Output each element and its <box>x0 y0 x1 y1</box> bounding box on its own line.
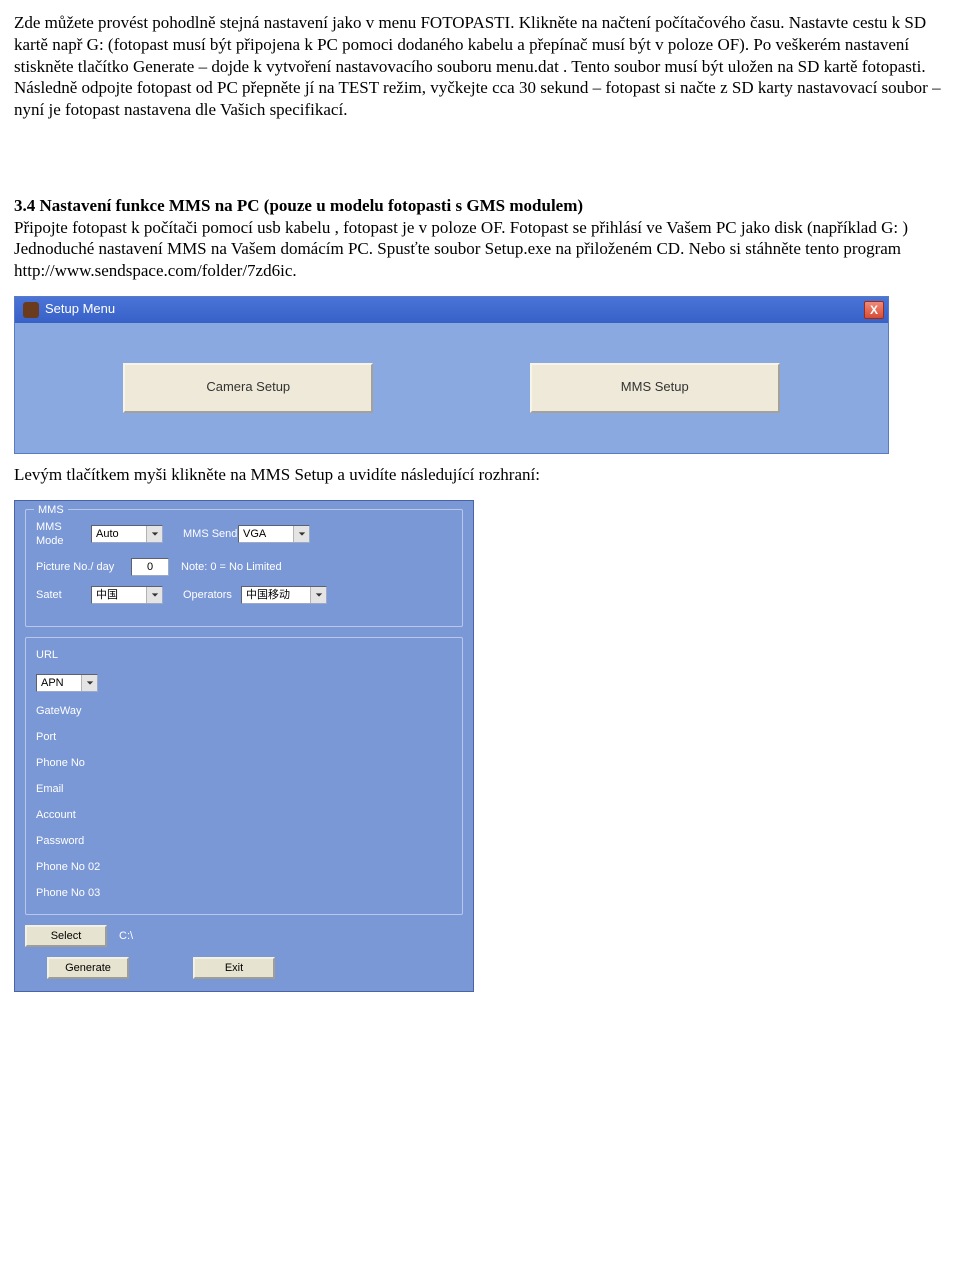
mms-panel-title: MMS <box>34 503 68 517</box>
mms-mode-label: MMS Mode <box>36 520 91 548</box>
url-label: URL <box>36 648 106 662</box>
satet-label: Satet <box>36 588 91 602</box>
mms-send-value: VGA <box>243 527 266 541</box>
picture-no-label: Picture No./ day <box>36 560 131 574</box>
chevron-down-icon <box>310 587 326 603</box>
picture-no-input[interactable]: 0 <box>131 558 169 576</box>
camera-setup-button[interactable]: Camera Setup <box>123 363 373 413</box>
mms-send-label: MMS Send <box>183 527 238 541</box>
mms-window: MMS MMS Mode Auto MMS Send VGA Picture N… <box>14 500 474 993</box>
paragraph-1: Zde můžete provést pohodlně stejná nasta… <box>14 12 946 121</box>
chevron-down-icon <box>146 587 162 603</box>
app-icon <box>23 302 39 318</box>
section-3-4-text-a: Připojte fotopast k počítači pomocí usb … <box>14 218 908 237</box>
generate-button[interactable]: Generate <box>47 957 129 979</box>
satet-value: 中国 <box>96 588 118 602</box>
picture-no-note: Note: 0 = No Limited <box>181 560 282 574</box>
chevron-down-icon <box>293 526 309 542</box>
section-3-4-text-b: Jednoduché nastavení MMS na Vašem domácí… <box>14 239 901 280</box>
phone-no-label: Phone No <box>36 756 106 770</box>
phone-no-02-label: Phone No 02 <box>36 860 106 874</box>
satet-select[interactable]: 中国 <box>91 586 163 604</box>
operators-select[interactable]: 中国移动 <box>241 586 327 604</box>
mms-panel: MMS MMS Mode Auto MMS Send VGA Picture N… <box>25 509 463 627</box>
close-icon[interactable]: X <box>864 301 884 319</box>
picture-no-value: 0 <box>147 560 153 574</box>
exit-button[interactable]: Exit <box>193 957 275 979</box>
select-button[interactable]: Select <box>25 925 107 947</box>
gateway-label: GateWay <box>36 704 106 718</box>
mms-mode-value: Auto <box>96 527 119 541</box>
section-3-4-title: 3.4 Nastavení funkce MMS na PC (pouze u … <box>14 196 583 215</box>
password-label: Password <box>36 834 106 848</box>
account-label: Account <box>36 808 106 822</box>
phone-no-03-label: Phone No 03 <box>36 886 106 900</box>
mms-details-panel: URL APN GateWay Port Phone No Email Acco… <box>25 637 463 916</box>
section-3-4: 3.4 Nastavení funkce MMS na PC (pouze u … <box>14 195 946 282</box>
mms-mode-select[interactable]: Auto <box>91 525 163 543</box>
setup-menu-window: Setup Menu X Camera Setup MMS Setup <box>14 296 889 454</box>
operators-label: Operators <box>183 588 241 602</box>
apn-select[interactable]: APN <box>36 674 98 692</box>
chevron-down-icon <box>81 675 97 691</box>
email-label: Email <box>36 782 106 796</box>
operators-value: 中国移动 <box>246 588 290 602</box>
paragraph-3: Levým tlačítkem myši klikněte na MMS Set… <box>14 464 946 486</box>
chevron-down-icon <box>146 526 162 542</box>
setup-titlebar: Setup Menu X <box>15 297 888 323</box>
mms-setup-button[interactable]: MMS Setup <box>530 363 780 413</box>
mms-send-select[interactable]: VGA <box>238 525 310 543</box>
setup-title: Setup Menu <box>45 301 115 318</box>
path-value: C:\ <box>119 929 133 943</box>
port-label: Port <box>36 730 106 744</box>
apn-value: APN <box>41 676 64 690</box>
